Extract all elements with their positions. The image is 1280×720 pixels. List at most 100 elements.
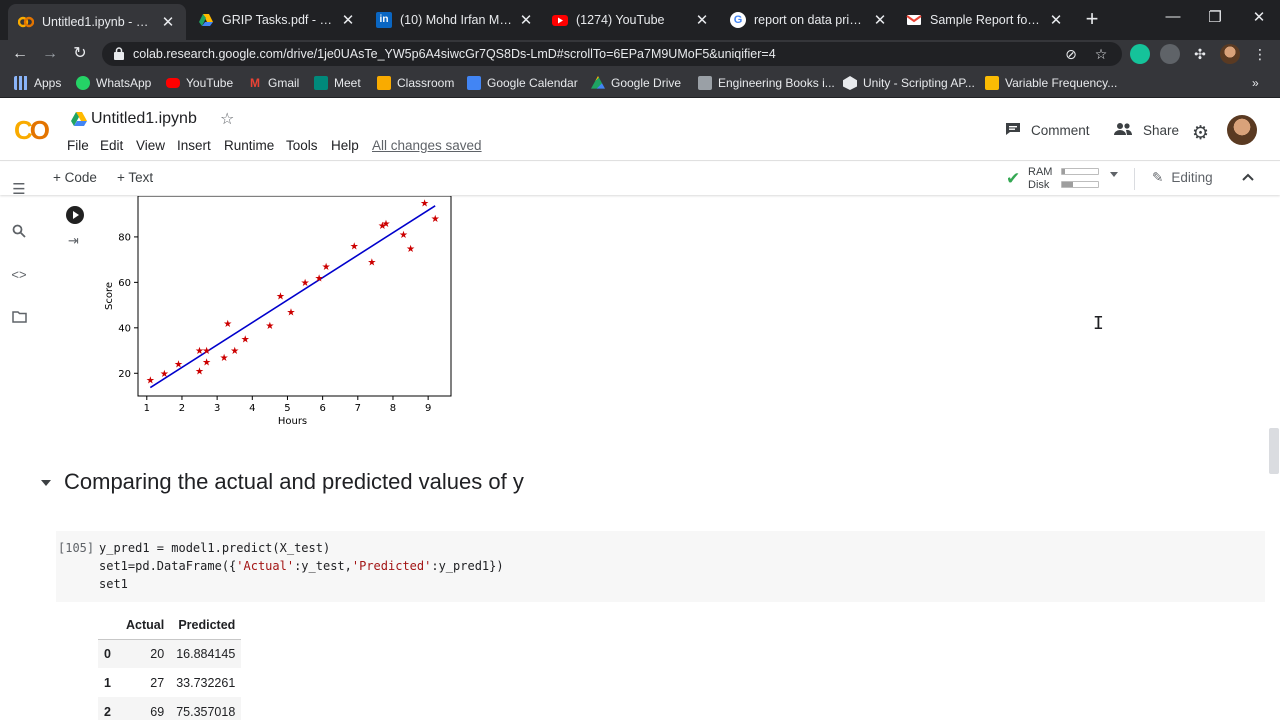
data-point: ★ xyxy=(276,292,285,303)
x-axis-label: Hours xyxy=(278,416,307,427)
close-tab-icon[interactable]: ✕ xyxy=(160,13,176,31)
table-of-contents-icon[interactable]: ☰ xyxy=(10,181,28,199)
menu-file[interactable]: File xyxy=(67,138,89,153)
menu-edit[interactable]: Edit xyxy=(100,138,123,153)
bookmark-calendar[interactable]: Google Calendar xyxy=(467,74,578,92)
puzzle-extensions-icon[interactable]: ✣ xyxy=(1190,44,1210,64)
add-text-button[interactable]: + Text xyxy=(117,170,153,185)
address-bar-row: ← → ↻ colab.research.google.com/drive/1j… xyxy=(0,40,1280,68)
collapse-section-icon[interactable] xyxy=(41,480,51,486)
data-point: ★ xyxy=(381,219,390,230)
avatar[interactable] xyxy=(1227,115,1257,145)
comment-button[interactable]: Comment xyxy=(1005,122,1090,139)
tab-colab[interactable]: Untitled1.ipynb - Colab ✕ xyxy=(8,4,186,40)
predicted-cell: 75.357018 xyxy=(176,704,236,719)
omnibox[interactable]: colab.research.google.com/drive/1je0UAsT… xyxy=(102,42,1122,66)
settings-button[interactable]: ⚙ xyxy=(1192,122,1219,145)
search-icon[interactable] xyxy=(10,224,28,242)
minimize-icon[interactable]: — xyxy=(1158,8,1188,25)
bookmark-label: Meet xyxy=(334,76,361,90)
new-tab-button[interactable]: + xyxy=(1082,8,1102,32)
actual-cell: 20 xyxy=(150,646,165,661)
folder-icon[interactable] xyxy=(10,310,28,328)
back-icon[interactable]: ← xyxy=(10,44,30,64)
save-status[interactable]: All changes saved xyxy=(372,138,482,153)
y-tick-label: 80 xyxy=(118,232,131,243)
bookmark-label: Google Drive xyxy=(611,76,682,90)
menu-help[interactable]: Help xyxy=(331,138,359,153)
bookmark-label: WhatsApp xyxy=(96,76,152,90)
add-code-button[interactable]: + Code xyxy=(53,170,97,185)
resource-labels[interactable]: RAM Disk xyxy=(1028,166,1052,192)
menu-runtime[interactable]: Runtime xyxy=(224,138,274,153)
bookmark-whatsapp[interactable]: WhatsApp xyxy=(76,74,151,92)
bookmark-star-icon[interactable]: ☆ xyxy=(1092,45,1110,63)
bookmark-gmail[interactable]: M Gmail xyxy=(248,74,299,92)
bookmark-youtube[interactable]: YouTube xyxy=(166,74,233,92)
scrollbar-thumb[interactable] xyxy=(1269,428,1279,474)
lock-icon xyxy=(114,47,124,60)
bookmark-unity[interactable]: Unity - Scripting AP... xyxy=(843,74,975,92)
data-point: ★ xyxy=(399,230,408,241)
tab-linkedin[interactable]: in (10) Mohd Irfan Mohd ✕ xyxy=(366,0,544,40)
chrome-menu-icon[interactable]: ⋮ xyxy=(1250,44,1270,64)
menu-tools[interactable]: Tools xyxy=(286,138,318,153)
profile-avatar-icon[interactable] xyxy=(1220,44,1240,64)
bookmark-classroom[interactable]: Classroom xyxy=(377,74,454,92)
tab-gmail[interactable]: Sample Report for Guid ✕ xyxy=(896,0,1074,40)
forward-icon[interactable]: → xyxy=(40,44,60,64)
share-button[interactable]: Share xyxy=(1113,122,1179,139)
colab-favicon xyxy=(17,14,35,30)
toolbar-divider xyxy=(1134,168,1135,190)
star-icon[interactable]: ☆ xyxy=(220,109,234,129)
grammarly-extension-icon[interactable] xyxy=(1130,44,1150,64)
meet-icon xyxy=(314,76,328,90)
close-tab-icon[interactable]: ✕ xyxy=(340,11,356,29)
more-bookmarks-icon[interactable]: » xyxy=(1252,74,1259,92)
code-snippets-icon[interactable]: <> xyxy=(10,266,28,284)
bookmark-meet[interactable]: Meet xyxy=(314,74,361,92)
menu-view[interactable]: View xyxy=(136,138,165,153)
run-cell-button[interactable] xyxy=(66,206,84,224)
close-tab-icon[interactable]: ✕ xyxy=(872,11,888,29)
tab-google-search[interactable]: G report on data privacy ✕ xyxy=(720,0,898,40)
bookmark-engineering-books[interactable]: Engineering Books i... xyxy=(698,74,835,92)
ram-label: RAM xyxy=(1028,166,1053,178)
bookmark-drive[interactable]: Google Drive xyxy=(591,74,681,92)
tracking-blocked-icon[interactable]: ⊘ xyxy=(1062,45,1080,63)
reload-icon[interactable]: ↻ xyxy=(70,44,90,64)
share-label: Share xyxy=(1143,123,1180,138)
x-tick-label: 1 xyxy=(144,403,150,414)
tab-youtube[interactable]: (1274) YouTube ✕ xyxy=(542,0,720,40)
editing-mode-button[interactable]: ✎ Editing xyxy=(1152,170,1213,186)
apps-grid-icon xyxy=(14,76,28,90)
close-window-icon[interactable]: ✕ xyxy=(1244,8,1274,26)
row-index: 0 xyxy=(104,646,111,661)
menu-insert[interactable]: Insert xyxy=(177,138,211,153)
output-action-icon[interactable]: ⇥ xyxy=(68,233,79,249)
resources-dropdown-icon[interactable] xyxy=(1110,172,1118,177)
tab-grip-tasks[interactable]: GRIP Tasks.pdf - Google ✕ xyxy=(188,0,366,40)
text-cursor-icon: I xyxy=(1093,313,1104,334)
bookmark-label: YouTube xyxy=(186,76,234,90)
code-cell[interactable]: [105] y_pred1 = model1.predict(X_test) s… xyxy=(56,531,1265,602)
extension-leaf-icon[interactable] xyxy=(1160,44,1180,64)
notebook-title[interactable]: Untitled1.ipynb xyxy=(91,110,197,128)
bookmark-apps[interactable]: Apps xyxy=(14,74,61,92)
restore-icon[interactable]: ❐ xyxy=(1200,8,1230,26)
collapse-header-icon[interactable] xyxy=(1242,168,1254,185)
close-tab-icon[interactable]: ✕ xyxy=(518,11,534,29)
x-tick-label: 5 xyxy=(284,403,290,414)
disk-usage-bar xyxy=(1061,181,1099,188)
close-tab-icon[interactable]: ✕ xyxy=(694,11,710,29)
dataframe-output: Actual Predicted 0 20 16.884145 1 27 33.… xyxy=(98,612,242,720)
data-point: ★ xyxy=(160,369,169,380)
bookmark-variable-frequency[interactable]: Variable Frequency... xyxy=(985,74,1117,92)
url-text: colab.research.google.com/drive/1je0UAsT… xyxy=(133,47,776,61)
close-tab-icon[interactable]: ✕ xyxy=(1048,11,1064,29)
linkedin-favicon: in xyxy=(376,12,392,28)
colab-logo[interactable]: CO xyxy=(14,115,50,146)
execution-count: [105] xyxy=(58,541,95,555)
gmail-favicon xyxy=(906,12,922,28)
table-row: 2 69 75.357018 xyxy=(98,697,242,720)
